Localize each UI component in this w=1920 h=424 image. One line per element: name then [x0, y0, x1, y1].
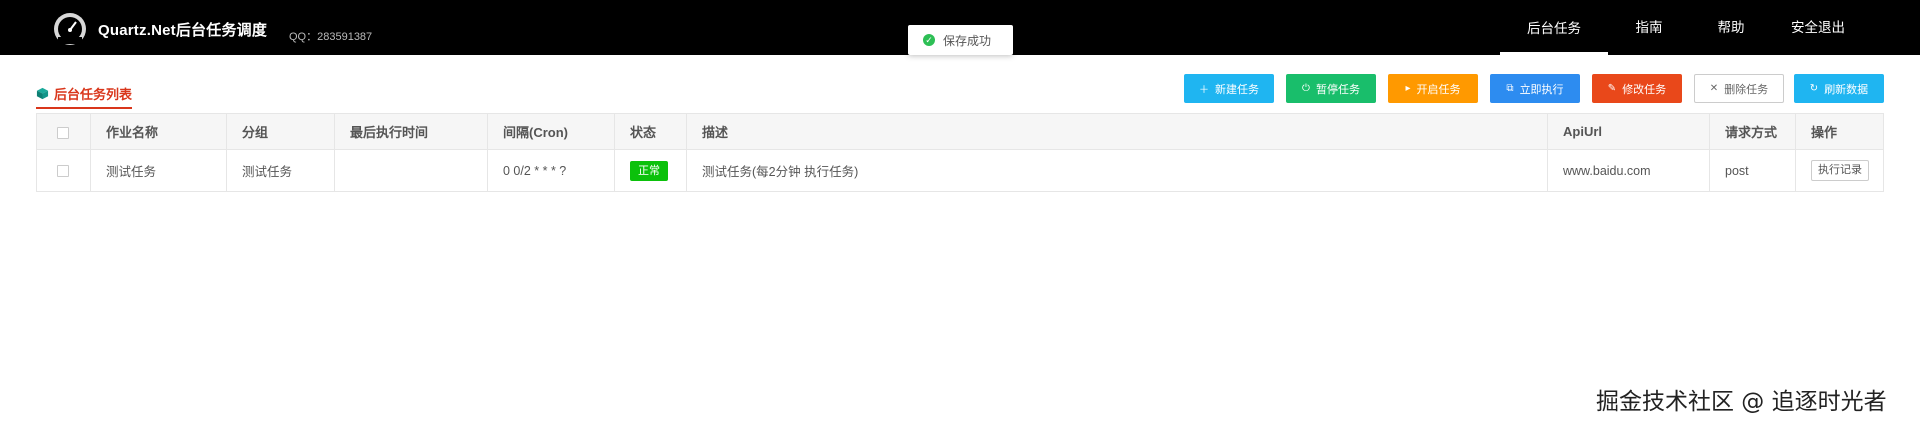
toast-message: 保存成功	[943, 33, 992, 48]
cell-cron: 0 0/2 * * * ?	[487, 149, 615, 192]
col-description[interactable]: 描述	[686, 113, 1548, 150]
cube-icon	[36, 87, 49, 100]
select-all-checkbox[interactable]	[57, 126, 69, 139]
nav-item-tasks[interactable]: 后台任务	[1500, 0, 1608, 55]
edit-task-button[interactable]: ✎ 修改任务	[1592, 74, 1682, 103]
start-task-button[interactable]: ▸ 开启任务	[1388, 74, 1478, 103]
nav-item-logout[interactable]: 安全退出	[1772, 0, 1864, 55]
toast-notification: ✓ 保存成功	[908, 25, 1013, 55]
watermark: 掘金技术社区 @ 追逐时光者	[1596, 389, 1887, 415]
task-table: 作业名称 分组 最后执行时间 间隔(Cron) 状态 描述 ApiUrl 请求方…	[36, 113, 1884, 192]
delete-task-button[interactable]: ✕ 删除任务	[1694, 74, 1784, 103]
select-all-cell	[36, 113, 91, 150]
refresh-icon: ↻	[1809, 83, 1819, 94]
cell-group: 测试任务	[226, 149, 335, 192]
col-last-run[interactable]: 最后执行时间	[334, 113, 488, 150]
dashboard-gauge-icon	[54, 13, 86, 45]
col-actions: 操作	[1795, 113, 1884, 150]
cell-method: post	[1709, 149, 1796, 192]
col-api-url[interactable]: ApiUrl	[1547, 113, 1710, 150]
execute-icon: ⧉	[1506, 83, 1514, 94]
pause-task-button[interactable]: ⏻ 暂停任务	[1286, 74, 1376, 103]
cell-actions: 执行记录	[1795, 149, 1884, 192]
play-icon: ▸	[1405, 83, 1411, 94]
col-cron[interactable]: 间隔(Cron)	[487, 113, 615, 150]
refresh-data-button[interactable]: ↻ 刷新数据	[1794, 74, 1884, 103]
row-checkbox[interactable]	[57, 165, 69, 178]
status-badge: 正常	[630, 160, 668, 181]
execution-log-button[interactable]: 执行记录	[1811, 160, 1869, 181]
panel-title-text: 后台任务列表	[54, 87, 133, 102]
nav-item-help[interactable]: 帮助	[1690, 0, 1772, 55]
plus-icon: ＋	[1199, 85, 1209, 96]
cell-description: 测试任务(每2分钟 执行任务)	[686, 149, 1548, 192]
col-job-name[interactable]: 作业名称	[90, 113, 227, 150]
cell-api-url: www.baidu.com	[1547, 149, 1710, 192]
cell-status: 正常	[614, 149, 687, 192]
wrench-icon: ✎	[1607, 83, 1617, 94]
table-row[interactable]: 测试任务 测试任务 0 0/2 * * * ? 正常 测试任务(每2分钟 执行任…	[36, 149, 1884, 192]
col-group[interactable]: 分组	[226, 113, 335, 150]
cell-last-run	[334, 149, 488, 192]
execute-now-button[interactable]: ⧉ 立即执行	[1490, 74, 1580, 103]
check-circle-icon: ✓	[923, 34, 935, 46]
close-icon: ✕	[1709, 83, 1719, 94]
qq-contact: QQ：283591387	[289, 31, 373, 43]
app-title: Quartz.Net后台任务调度	[98, 22, 268, 39]
power-icon: ⏻	[1302, 83, 1310, 94]
col-status[interactable]: 状态	[614, 113, 687, 150]
nav-item-guide[interactable]: 指南	[1608, 0, 1690, 55]
col-method[interactable]: 请求方式	[1709, 113, 1796, 150]
main-nav: 后台任务 指南 帮助 安全退出	[1500, 0, 1920, 55]
row-select-cell	[36, 149, 91, 192]
cell-job-name: 测试任务	[90, 149, 227, 192]
new-task-button[interactable]: ＋新建任务	[1184, 74, 1274, 103]
table-header-row: 作业名称 分组 最后执行时间 间隔(Cron) 状态 描述 ApiUrl 请求方…	[36, 113, 1884, 150]
panel-title: 后台任务列表	[36, 84, 133, 109]
